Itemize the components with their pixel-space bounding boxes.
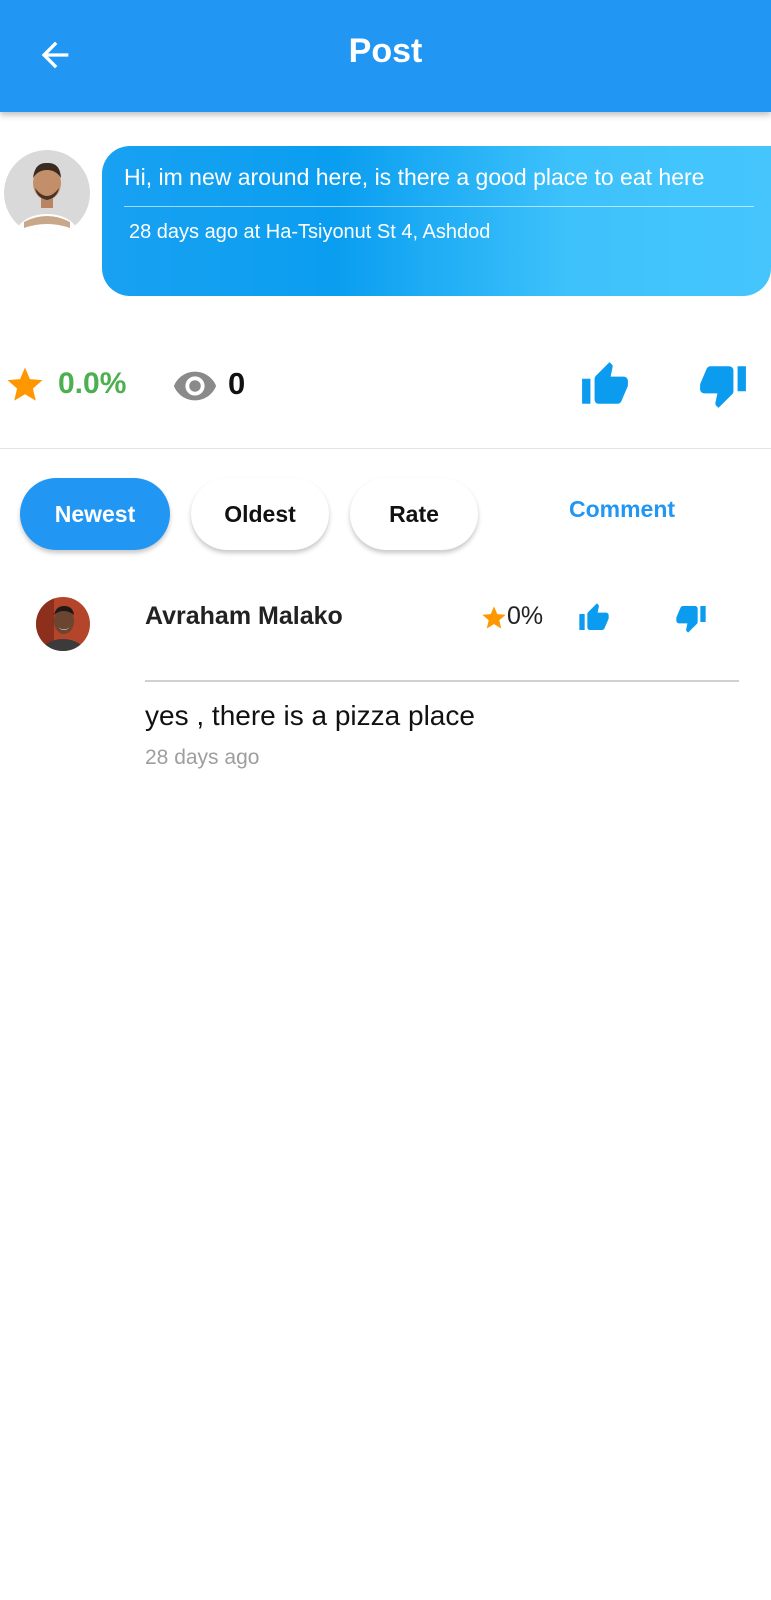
post-bubble: Hi, im new around here, is there a good … (102, 146, 771, 296)
dislike-button[interactable] (698, 360, 748, 415)
star-icon (482, 606, 506, 629)
comment-author-name: Avraham Malako (145, 602, 343, 630)
eye-icon (173, 371, 217, 401)
sort-oldest-button[interactable]: Oldest (191, 478, 329, 550)
post-text: Hi, im new around here, is there a good … (124, 164, 705, 190)
post-divider (124, 206, 754, 207)
comment-text: yes , there is a pizza place (145, 700, 475, 731)
star-icon (7, 367, 43, 401)
app-bar: Post (0, 0, 771, 112)
views-count: 0 (228, 366, 246, 401)
page-title: Post (348, 32, 423, 70)
post-author-avatar[interactable] (4, 150, 90, 236)
thumbs-up-icon (579, 603, 609, 630)
sort-newest-button[interactable]: Newest (20, 478, 170, 550)
sort-rate-button[interactable]: Rate (350, 478, 478, 550)
comment-button[interactable]: Comment (552, 496, 692, 523)
comment-author-avatar[interactable] (36, 597, 90, 651)
comment-rating: 0% (507, 602, 544, 630)
post-rating: 0.0% (58, 367, 127, 400)
avatar-icon (4, 150, 90, 236)
post-meta: 28 days ago at Ha-Tsiyonut St 4, Ashdod (129, 221, 491, 243)
thumbs-down-icon (700, 366, 746, 408)
comment-dislike-button[interactable] (675, 602, 707, 639)
comment-timestamp: 28 days ago (145, 746, 260, 769)
post-stats: 0.0% 0 (0, 360, 771, 410)
like-button[interactable] (580, 360, 630, 415)
comment-divider (145, 680, 739, 682)
section-divider (0, 448, 771, 449)
avatar-icon (36, 597, 90, 651)
thumbs-up-icon (582, 362, 628, 404)
comment-like-button[interactable] (578, 602, 610, 639)
thumbs-down-icon (676, 606, 706, 633)
